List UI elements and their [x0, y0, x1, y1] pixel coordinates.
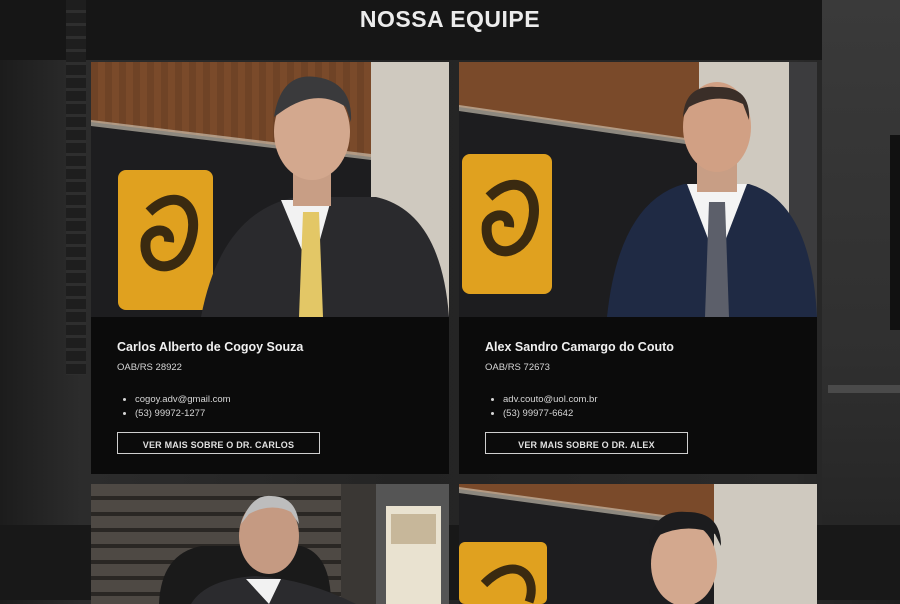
background-wall-panel	[822, 0, 900, 600]
team-card-carlos: Carlos Alberto de Cogoy Souza OAB/RS 289…	[91, 62, 449, 474]
portrait-photo-4	[459, 484, 817, 604]
see-more-alex-button[interactable]: VER MAIS SOBRE O DR. ALEX	[485, 432, 688, 454]
member-email: adv.couto@uol.com.br	[503, 393, 795, 407]
team-card-4	[459, 484, 817, 604]
member-oab: OAB/RS 28922	[117, 362, 182, 373]
background-doorframe	[890, 135, 900, 330]
member-info: Alex Sandro Camargo do Couto OAB/RS 7267…	[485, 340, 795, 454]
member-info: Carlos Alberto de Cogoy Souza OAB/RS 289…	[117, 340, 427, 454]
logo-icon	[459, 542, 547, 604]
contact-list: adv.couto@uol.com.br (53) 99977-6642	[485, 393, 795, 420]
member-name: Carlos Alberto de Cogoy Souza	[117, 340, 304, 354]
team-card-3	[91, 484, 449, 604]
background-railing	[828, 385, 900, 393]
background-wall-slats	[66, 0, 86, 375]
portrait-photo-3	[91, 484, 449, 604]
logo-icon	[118, 170, 213, 310]
member-name: Alex Sandro Camargo do Couto	[485, 340, 674, 354]
member-phone: (53) 99977-6642	[503, 407, 795, 421]
see-more-carlos-button[interactable]: VER MAIS SOBRE O DR. CARLOS	[117, 432, 320, 454]
member-email: cogoy.adv@gmail.com	[135, 393, 427, 407]
portrait-photo-alex	[459, 62, 817, 317]
team-card-alex: Alex Sandro Camargo do Couto OAB/RS 7267…	[459, 62, 817, 474]
page-title: NOSSA EQUIPE	[359, 6, 541, 32]
member-phone: (53) 99972-1277	[135, 407, 427, 421]
contact-list: cogoy.adv@gmail.com (53) 99972-1277	[117, 393, 427, 420]
logo-icon	[462, 154, 552, 294]
member-oab: OAB/RS 72673	[485, 362, 550, 373]
portrait-photo-carlos	[91, 62, 449, 317]
